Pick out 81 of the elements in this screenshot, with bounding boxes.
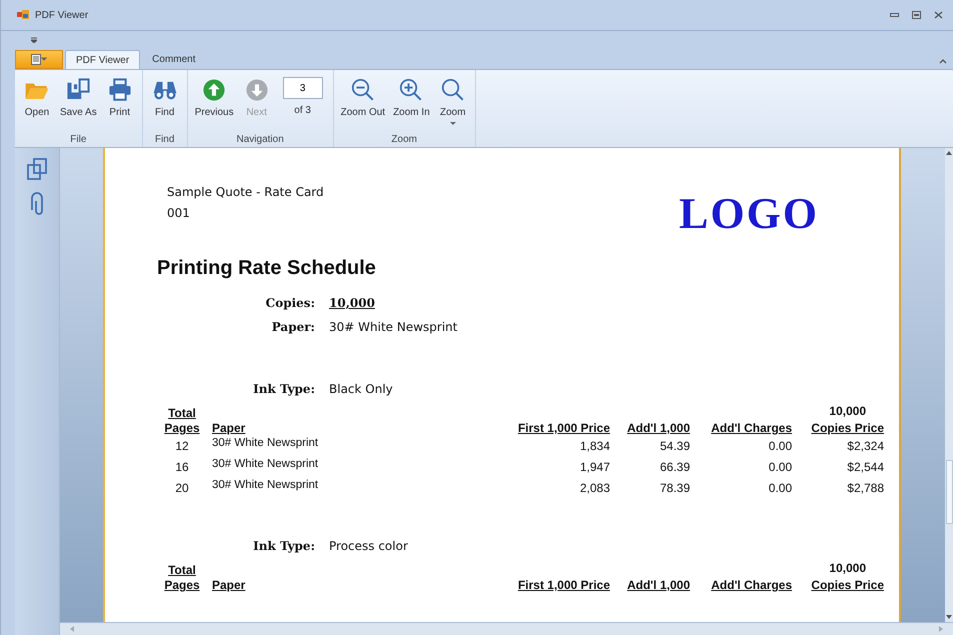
logo: LOGO (678, 188, 819, 239)
column-header: Pages (164, 421, 200, 436)
column-header: Total (168, 563, 196, 578)
ribbon-button[interactable]: Zoom In (390, 75, 433, 134)
magnifier-icon (440, 77, 466, 103)
scroll-down-icon[interactable] (946, 615, 952, 619)
ribbon-button[interactable]: Print (102, 75, 138, 134)
field-label: Ink Type: (252, 539, 315, 553)
ribbon-tab[interactable]: Comment (142, 50, 206, 69)
table-cell-text: 20 (174, 480, 190, 497)
table-cell-text: 16 (174, 459, 190, 476)
document-title: Printing Rate Schedule (157, 257, 377, 280)
column-header: Add'l Charges (711, 421, 792, 436)
field-label: Paper: (270, 320, 315, 334)
ribbon-button[interactable]: Save As (57, 75, 100, 134)
column-header: First 1,000 Price (518, 421, 610, 436)
column-header: 10,000 (829, 404, 866, 419)
column-header: Copies Price (811, 578, 884, 593)
zoom-dropdown[interactable]: Zoom (434, 75, 471, 134)
table-cell-text: 30# White Newsprint (212, 436, 320, 451)
column-header: Copies Price (811, 421, 884, 436)
scroll-up-icon[interactable] (946, 151, 952, 155)
app-menu-button[interactable] (15, 50, 63, 69)
table-cell-text: 0.00 (768, 480, 792, 497)
table-cell-text: 0.00 (768, 459, 792, 476)
vertical-scrollbar[interactable] (945, 148, 953, 622)
field-value: 10,000 (329, 296, 376, 310)
header-text: Sample Quote - Rate Card (167, 184, 324, 201)
table-cell-text: 78.39 (658, 480, 690, 497)
ribbon-button[interactable]: Find (146, 75, 183, 134)
column-header: Paper (212, 421, 246, 436)
app-icon (17, 10, 29, 20)
table-cell-text: $2,544 (846, 459, 884, 476)
document-icon (31, 54, 47, 65)
header-text: 001 (167, 205, 191, 222)
ribbon-tab[interactable]: PDF Viewer (65, 50, 140, 69)
column-header: Paper (212, 578, 246, 593)
group-label: Find (154, 134, 176, 147)
customize-toolbar-icon[interactable] (31, 37, 37, 43)
caret-icon (450, 122, 456, 126)
field-value: Process color (329, 539, 409, 553)
column-header: Add'l Charges (711, 578, 792, 593)
field-value: 30# White Newsprint (329, 320, 458, 334)
group-label: Navigation (236, 134, 285, 147)
ribbon-button[interactable]: Previous (192, 75, 237, 134)
ribbon-button[interactable]: Open (19, 75, 55, 134)
scroll-thumb[interactable] (946, 460, 953, 524)
table-cell-text: 54.39 (658, 438, 690, 455)
minimize-icon[interactable] (890, 12, 899, 18)
table-cell-text: 30# White Newsprint (212, 478, 320, 493)
table-cell-text: 66.39 (658, 459, 690, 476)
page-count: of 3 (294, 105, 311, 116)
column-header: Pages (164, 578, 200, 593)
maximize-icon[interactable] (912, 11, 921, 19)
group-label: File (69, 134, 88, 147)
page-number-field[interactable]: 3 (282, 77, 323, 99)
table-cell-text: $2,324 (846, 438, 884, 455)
table-cell-text: 1,834 (578, 438, 610, 455)
printer-icon (106, 77, 133, 103)
field-label: Copies: (264, 296, 315, 310)
column-header: Add'l 1,000 (627, 421, 690, 436)
column-header: First 1,000 Price (518, 578, 610, 593)
table-cell-text: 0.00 (768, 438, 792, 455)
collapse-ribbon-icon[interactable] (939, 58, 947, 64)
table-cell-text: 30# White Newsprint (212, 457, 320, 472)
table-cell-text: $2,788 (846, 480, 884, 497)
field-label: Ink Type: (252, 382, 315, 396)
zoom-out-icon (350, 77, 376, 103)
column-header: Add'l 1,000 (627, 578, 690, 593)
paperclip-icon[interactable] (30, 192, 44, 216)
close-icon[interactable] (934, 11, 943, 19)
table-cell-text: 1,947 (578, 459, 610, 476)
table-cell-text: 2,083 (578, 480, 610, 497)
ribbon-button[interactable]: Zoom Out (338, 75, 388, 134)
window-title: PDF Viewer (35, 10, 90, 20)
pages-icon[interactable] (27, 158, 47, 180)
field-value: Black Only (329, 382, 394, 396)
column-header: 10,000 (829, 561, 866, 576)
column-header: Total (168, 406, 196, 421)
group-label: Zoom (390, 134, 418, 147)
table-cell-text: 12 (174, 438, 190, 455)
